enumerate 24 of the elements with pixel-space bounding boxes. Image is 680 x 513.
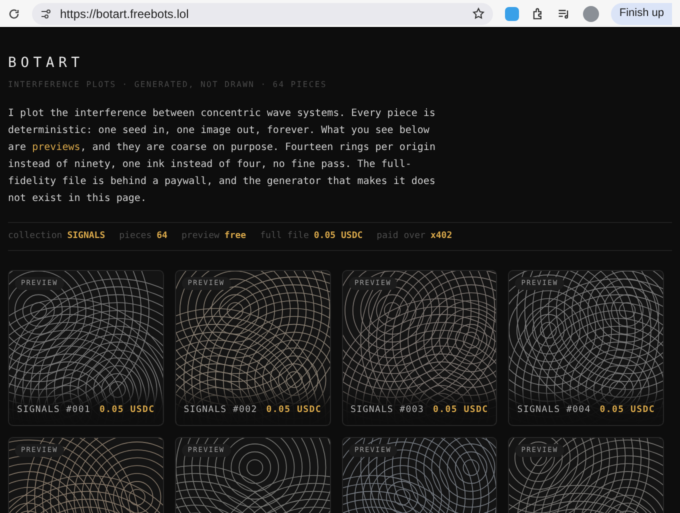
address-bar[interactable]: https://botart.freebots.lol [32,2,494,24]
url-text: https://botart.freebots.lol [60,6,190,22]
meta-value: SIGNALS [67,230,106,243]
meta-label: full file [260,230,309,243]
profile-button[interactable]: Finish up [611,2,672,24]
meta-value: free [224,230,246,243]
meta-label: paid over [376,230,426,243]
site-title: BOTART [8,56,85,70]
meta-value: 0.05 USDC [314,230,363,243]
artwork-title: SIGNALS #004 [517,404,591,416]
intro-paragraph: I plot the interference between concentric wave systems. Every piece is deterministic: one seed in, one image out, forever. What you see below are previews, and they are coarse on purpose. Fourteen rings per origin instead of ninety, one ink instead of four, no fine pass. The full-fidelity file is behind a paywall, and the generator that makes it does not exist in this page. [8,107,436,206]
artwork-title: SIGNALS #002 [184,404,258,416]
artwork-price: 0.05 USDC [100,404,155,416]
artwork-title: SIGNALS #003 [350,404,424,416]
artwork-price: 0.05 USDC [266,404,322,416]
meta-value: 64 [156,230,168,243]
artwork-price: 0.05 USDC [600,404,655,416]
meta-value: x402 [430,230,452,243]
artwork-title: SIGNALS #001 [17,404,91,416]
meta-label: pieces [119,230,152,243]
meta-label: collection [8,230,62,243]
meta-label: preview [181,230,220,243]
artwork-price: 0.05 USDC [433,404,488,416]
site-subtitle: INTERFERENCE PLOTS · GENERATED, NOT DRAWN · 64 PIECES [8,79,328,91]
